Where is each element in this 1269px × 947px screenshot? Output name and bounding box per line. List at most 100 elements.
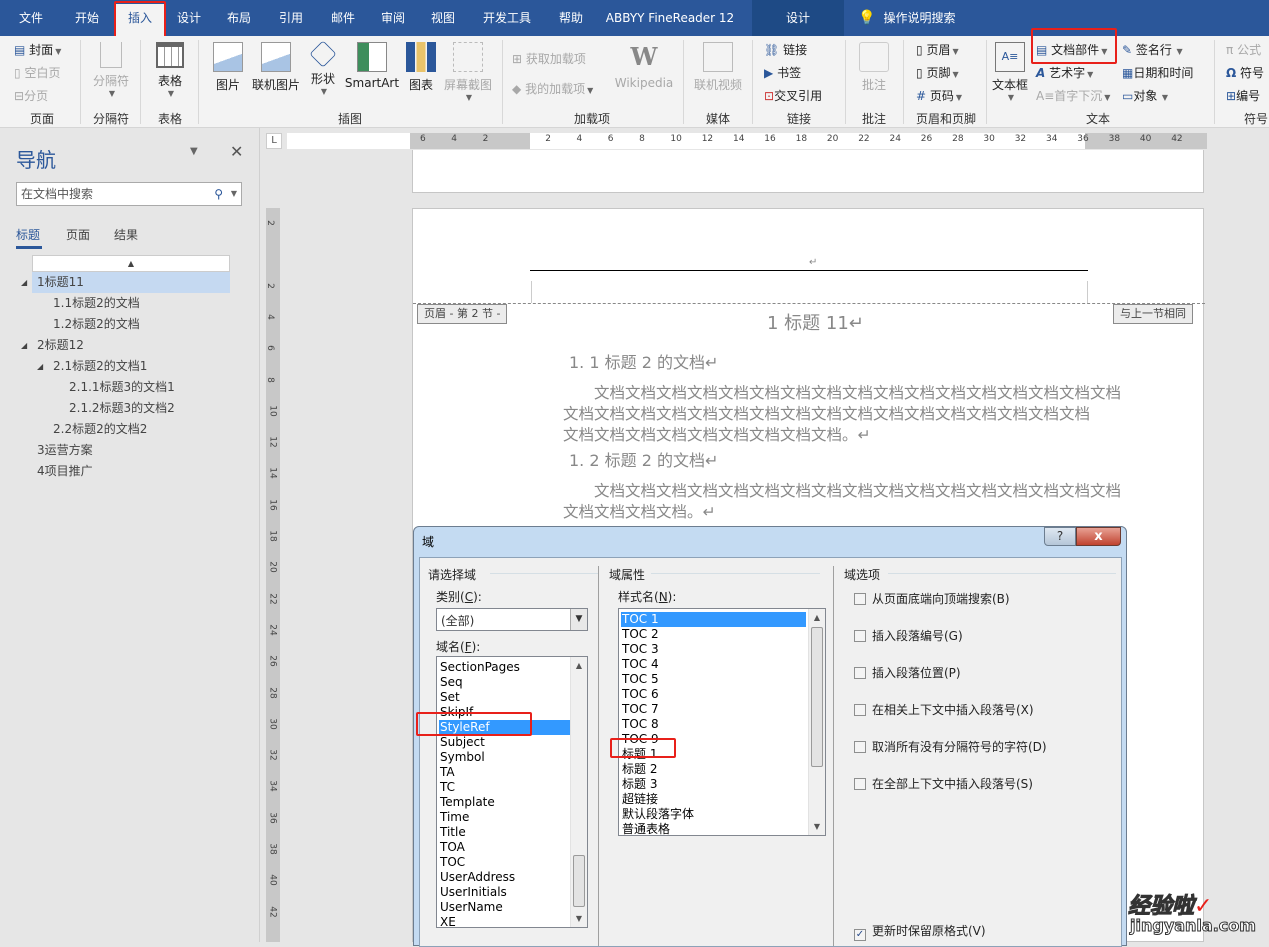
- field-name-item[interactable]: TC: [439, 780, 570, 795]
- get-addins-button[interactable]: ⊞ 获取加载项: [512, 50, 586, 67]
- date-time-button[interactable]: ▦日期和时间: [1122, 64, 1193, 81]
- style-name-item[interactable]: TOC 5: [621, 672, 806, 687]
- screenshot-button[interactable]: 屏幕截图 ▼: [442, 42, 494, 102]
- style-name-item[interactable]: TOC 3: [621, 642, 806, 657]
- field-name-item[interactable]: Symbol: [439, 750, 570, 765]
- nav-heading-item[interactable]: 4项目推广: [37, 461, 93, 482]
- field-option-checkbox[interactable]: 在全部上下文中插入段落号(S): [854, 775, 1033, 792]
- field-name-item[interactable]: Set: [439, 690, 570, 705]
- online-video-button[interactable]: 联机视频: [692, 42, 744, 93]
- tab-references[interactable]: 引用: [270, 0, 312, 36]
- tab-layout[interactable]: 布局: [218, 0, 260, 36]
- field-name-item[interactable]: Seq: [439, 675, 570, 690]
- field-name-item[interactable]: Subject: [439, 735, 570, 750]
- field-option-checkbox[interactable]: 插入段落位置(P): [854, 664, 961, 681]
- tab-developer[interactable]: 开发工具: [476, 0, 538, 36]
- tab-file[interactable]: 文件: [8, 0, 54, 36]
- field-option-checkbox[interactable]: 在相关上下文中插入段落号(X): [854, 701, 1034, 718]
- nav-heading-item[interactable]: 1标题11: [32, 272, 230, 293]
- tab-abbyy[interactable]: ABBYY FineReader 12: [600, 0, 740, 36]
- symbol-button[interactable]: Ω 符号: [1226, 64, 1264, 81]
- nav-close-icon[interactable]: ✕: [230, 142, 243, 161]
- equation-button[interactable]: π 公式: [1226, 41, 1261, 58]
- nav-heading-item[interactable]: 2标题12: [37, 335, 84, 356]
- header-button[interactable]: ▯ 页眉 ▼: [916, 41, 959, 58]
- field-name-item[interactable]: UserAddress: [439, 870, 570, 885]
- footer-button[interactable]: ▯ 页脚 ▼: [916, 64, 959, 81]
- field-name-item[interactable]: Template: [439, 795, 570, 810]
- textbox-button[interactable]: A≡ 文本框 ▼: [992, 42, 1028, 102]
- drop-cap-button[interactable]: A≡首字下沉 ▼: [1036, 87, 1110, 104]
- nav-tab-results[interactable]: 结果: [114, 226, 138, 243]
- field-name-item[interactable]: UserInitials: [439, 885, 570, 900]
- chevron-down-icon[interactable]: ▼: [570, 609, 587, 630]
- field-name-item[interactable]: TOC: [439, 855, 570, 870]
- my-addins-button[interactable]: ◆ 我的加载项 ▼: [512, 80, 593, 97]
- style-name-item[interactable]: 普通表格: [621, 822, 806, 837]
- scroll-down-icon[interactable]: ▼: [809, 822, 825, 831]
- field-name-item[interactable]: TOA: [439, 840, 570, 855]
- smartart-button[interactable]: SmartArt: [344, 42, 400, 90]
- quick-parts-button[interactable]: ▤ 文档部件 ▼: [1036, 41, 1107, 58]
- help-button[interactable]: ?: [1044, 527, 1076, 546]
- field-name-item[interactable]: Title: [439, 825, 570, 840]
- page-break-button[interactable]: ⊟分页: [14, 87, 48, 104]
- expand-triangle-icon[interactable]: ◢: [21, 341, 27, 350]
- body-paragraph-2[interactable]: 文档文档文档文档文档文档文档文档文档文档文档文档文档文档文档文档文档 文档文档文…: [563, 481, 1121, 523]
- tab-review[interactable]: 审阅: [372, 0, 414, 36]
- tab-mailings[interactable]: 邮件: [322, 0, 364, 36]
- cover-page-button[interactable]: ▤ 封面 ▼: [14, 41, 61, 58]
- style-name-item[interactable]: 标题 3: [621, 777, 806, 792]
- heading-2-b[interactable]: 1. 2 标题 2 的文档↵: [569, 447, 718, 471]
- expand-triangle-icon[interactable]: ◢: [37, 362, 43, 371]
- tab-header-design[interactable]: 设计: [752, 0, 844, 36]
- style-name-item[interactable]: 标题 1: [621, 747, 806, 762]
- category-select[interactable]: (全部) ▼: [436, 608, 588, 631]
- field-name-item[interactable]: UserName: [439, 900, 570, 915]
- field-name-item[interactable]: TA: [439, 765, 570, 780]
- tab-design[interactable]: 设计: [168, 0, 210, 36]
- heading-1[interactable]: 1 标题 11↵: [767, 309, 864, 335]
- scroll-up-icon[interactable]: ▲: [571, 661, 587, 670]
- body-paragraph-1[interactable]: 文档文档文档文档文档文档文档文档文档文档文档文档文档文档文档文档文档 文档文档文…: [563, 383, 1121, 446]
- number-button[interactable]: ⊞编号: [1226, 87, 1260, 104]
- nav-tab-pages[interactable]: 页面: [66, 226, 90, 243]
- nav-heading-item[interactable]: 3运营方案: [37, 440, 93, 461]
- field-name-item[interactable]: XE: [439, 915, 570, 930]
- nav-tab-headings[interactable]: 标题: [16, 226, 40, 243]
- nav-heading-item[interactable]: 2.1.2标题3的文档2: [69, 398, 175, 419]
- style-name-list[interactable]: ▲ ▼ TOC 1 TOC 2 TOC 3 TOC 4 TOC 5 TOC 6 TOC 7T…: [618, 608, 826, 836]
- nav-heading-item[interactable]: 2.1.1标题3的文档1: [69, 377, 175, 398]
- scroll-up-icon[interactable]: ▲: [809, 613, 825, 622]
- online-picture-button[interactable]: 联机图片: [250, 42, 302, 93]
- breaks-button[interactable]: 分隔符 ▼: [88, 42, 134, 98]
- blank-page-button[interactable]: ▯ 空白页: [14, 64, 60, 81]
- horizontal-ruler[interactable]: 6 4 2 2 4 6 8 10 12 14 16 18 20 22 24 26 28 30 32 34 36 38 40 4…: [287, 133, 1207, 149]
- style-name-item[interactable]: TOC 6: [621, 687, 806, 702]
- wikipedia-button[interactable]: W Wikipedia: [614, 42, 674, 90]
- comment-button[interactable]: 批注: [856, 42, 892, 93]
- style-name-item[interactable]: TOC 4: [621, 657, 806, 672]
- field-name-list[interactable]: ▲ ▼ SectionPages Seq Set SkipIf StyleRef Subj…: [436, 656, 588, 930]
- scroll-to-top-button[interactable]: ▲: [32, 255, 230, 272]
- preserve-format-checkbox[interactable]: ✓ 更新时保留原格式(V): [854, 922, 986, 941]
- page-number-button[interactable]: # 页码 ▼: [916, 87, 962, 104]
- nav-options-dropdown[interactable]: ▼: [190, 146, 198, 157]
- signature-line-button[interactable]: ✎ 签名行 ▼: [1122, 41, 1183, 58]
- expand-triangle-icon[interactable]: ◢: [21, 278, 27, 287]
- field-option-checkbox[interactable]: 取消所有没有分隔符号的字符(D): [854, 738, 1047, 755]
- nav-heading-item[interactable]: 1.2标题2的文档: [53, 314, 140, 335]
- style-name-item[interactable]: TOC 7: [621, 702, 806, 717]
- nav-heading-item[interactable]: 2.1标题2的文档1: [53, 356, 147, 377]
- bookmark-button[interactable]: ▶ 书签: [764, 64, 801, 81]
- style-name-item[interactable]: 超链接: [621, 792, 806, 807]
- field-name-item[interactable]: Time: [439, 810, 570, 825]
- scrollbar-thumb[interactable]: [811, 627, 823, 767]
- tab-home[interactable]: 开始: [62, 0, 112, 36]
- style-name-item[interactable]: 标题 2: [621, 762, 806, 777]
- field-name-item[interactable]: SectionPages: [439, 660, 570, 675]
- wordart-button[interactable]: A 艺术字 ▼: [1036, 64, 1093, 81]
- style-name-item[interactable]: TOC 9: [621, 732, 806, 747]
- style-list-scrollbar[interactable]: ▲ ▼: [808, 609, 825, 835]
- scroll-down-icon[interactable]: ▼: [571, 914, 587, 923]
